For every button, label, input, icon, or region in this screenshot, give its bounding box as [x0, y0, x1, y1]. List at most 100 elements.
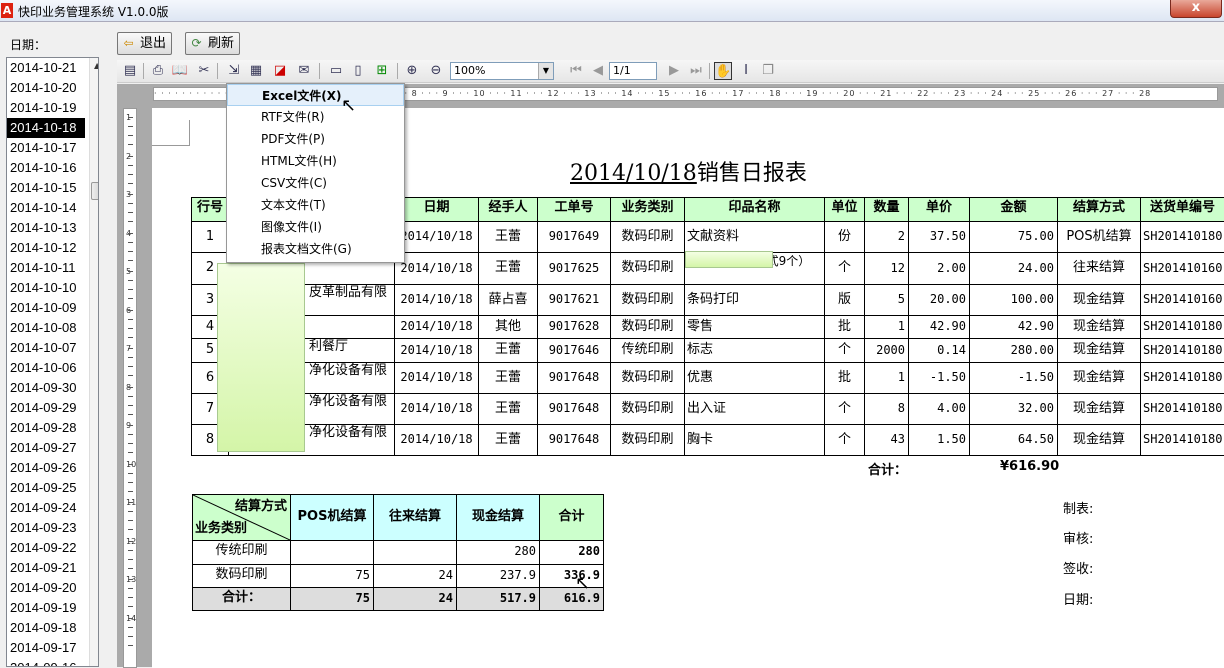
export-menu-item[interactable]: CSV文件(C): [227, 172, 404, 194]
ruler-tick: [128, 250, 133, 252]
date-list-item[interactable]: 2014-09-24: [7, 498, 98, 518]
single-page-icon[interactable]: ▭: [327, 62, 345, 80]
date-list-item[interactable]: 2014-10-06: [7, 358, 98, 378]
date-list-item[interactable]: 2014-10-15: [7, 178, 98, 198]
export-menu-item[interactable]: 图像文件(I): [227, 216, 404, 238]
table-cell: SH201410180: [1140, 315, 1224, 339]
table-cell: 数码印刷: [610, 284, 685, 316]
date-list-item[interactable]: 2014-09-22: [7, 538, 98, 558]
page-number-input[interactable]: 1/1: [609, 62, 657, 80]
date-list-item[interactable]: 2014-10-11: [7, 258, 98, 278]
date-list-item[interactable]: 2014-09-16: [7, 658, 98, 666]
date-list-item[interactable]: 2014-09-26: [7, 458, 98, 478]
first-page-icon[interactable]: ⏮: [567, 62, 585, 80]
summary-total-cell: 75: [290, 587, 374, 611]
exit-button[interactable]: ⇦ 退出: [117, 32, 172, 55]
ruler-tick: [128, 280, 133, 281]
prev-page-icon[interactable]: ◀: [589, 62, 607, 80]
table-cell: 4.00: [908, 393, 970, 425]
date-list-item[interactable]: 2014-10-18: [7, 118, 85, 138]
export-menu-item[interactable]: RTF文件(R): [227, 106, 404, 128]
date-list-item[interactable]: 2014-09-28: [7, 418, 98, 438]
date-list-item[interactable]: 2014-10-10: [7, 278, 98, 298]
table-cell: 2014/10/18: [394, 221, 479, 253]
table-cell: 往来结算: [1057, 252, 1141, 285]
date-list-item[interactable]: 2014-10-07: [7, 338, 98, 358]
date-list-item[interactable]: 2014-09-25: [7, 478, 98, 498]
ruler-tick: [128, 558, 133, 560]
corner-top-label: 结算方式: [234, 499, 287, 514]
scroll-thumb[interactable]: [91, 182, 98, 200]
copy-icon[interactable]: ❐: [759, 62, 777, 80]
print-icon[interactable]: ⎙: [149, 62, 167, 80]
date-list-scrollbar[interactable]: ▲: [89, 58, 98, 666]
date-list[interactable]: 2014-10-21 2014-10-20 2014-10-19 2014-10-18…: [6, 57, 99, 667]
close-button[interactable]: x: [1170, 0, 1222, 18]
export-menu-item[interactable]: HTML文件(H): [227, 150, 404, 172]
next-page-icon[interactable]: ▶: [665, 62, 683, 80]
table-cell: 2014/10/18: [394, 315, 479, 339]
table-cell: 数码印刷: [610, 221, 685, 253]
table-cell: 个: [824, 252, 865, 285]
scroll-up-icon[interactable]: ▲: [94, 61, 98, 70]
date-list-item[interactable]: 2014-09-29: [7, 398, 98, 418]
ruler-tick: [128, 588, 133, 589]
date-list-item[interactable]: 2014-10-14: [7, 198, 98, 218]
date-list-item[interactable]: 2014-10-21: [7, 58, 98, 78]
chevron-down-icon[interactable]: ▼: [538, 63, 553, 79]
ruler-tick: [128, 271, 133, 272]
table-cell: SH201410180: [1140, 221, 1224, 253]
date-list-item[interactable]: 2014-10-19: [7, 98, 98, 118]
table-cell: SH201410160: [1140, 284, 1224, 316]
outline-icon[interactable]: ▤: [121, 62, 139, 80]
zoom-in-icon[interactable]: ⊕: [403, 62, 421, 80]
date-list-item[interactable]: 2014-10-09: [7, 298, 98, 318]
email-icon[interactable]: ✉: [295, 62, 313, 80]
page-setup-icon[interactable]: 📖: [171, 62, 189, 80]
date-list-item[interactable]: 2014-10-20: [7, 78, 98, 98]
date-list-item[interactable]: 2014-09-21: [7, 558, 98, 578]
table-cell: 9017646: [537, 338, 611, 363]
ruler-tick: [128, 626, 133, 628]
last-page-icon[interactable]: ⏭: [687, 62, 705, 80]
table-cell: 现金结算: [1057, 393, 1141, 425]
tools-icon[interactable]: ✂: [195, 62, 213, 80]
table-cell: 文献资料: [684, 221, 825, 253]
date-list-item[interactable]: 2014-09-17: [7, 638, 98, 658]
table-cell: 份: [824, 221, 865, 253]
ruler-tick: [128, 259, 133, 261]
pdf-icon[interactable]: ◪: [271, 62, 289, 80]
text-select-icon[interactable]: I: [737, 62, 755, 80]
table-cell: 数码印刷: [610, 315, 685, 339]
date-list-item[interactable]: 2014-10-08: [7, 318, 98, 338]
export-icon[interactable]: ⇲: [225, 62, 243, 80]
date-list-item[interactable]: 2014-09-20: [7, 578, 98, 598]
date-list-item[interactable]: 2014-09-23: [7, 518, 98, 538]
refresh-button[interactable]: ⟳ 刷新: [185, 32, 240, 55]
date-list-item[interactable]: 2014-09-27: [7, 438, 98, 458]
date-list-item[interactable]: 2014-10-12: [7, 238, 98, 258]
multi-page-icon[interactable]: ▯: [349, 62, 367, 80]
date-list-item[interactable]: 2014-10-13: [7, 218, 98, 238]
table-cell: -1.50: [969, 362, 1058, 394]
export-menu-item[interactable]: Excel文件(X): [227, 84, 404, 106]
hand-tool-icon[interactable]: ✋: [714, 62, 732, 80]
date-list-item[interactable]: 2014-10-16: [7, 158, 98, 178]
date-list-item[interactable]: 2014-10-17: [7, 138, 98, 158]
date-list-item[interactable]: 2014-09-19: [7, 598, 98, 618]
grid-icon[interactable]: ⊞: [373, 62, 391, 80]
date-list-item[interactable]: 2014-09-30: [7, 378, 98, 398]
separator: [397, 63, 398, 79]
export-menu-item[interactable]: 文本文件(T): [227, 194, 404, 216]
table-cell: 1.50: [908, 424, 970, 456]
date-list-item[interactable]: 2014-09-18: [7, 618, 98, 638]
summary-cell: 237.9: [456, 564, 540, 588]
zoom-out-icon[interactable]: ⊖: [427, 62, 445, 80]
ruler-tick: [128, 135, 133, 136]
excel-export-icon[interactable]: ▦: [247, 62, 265, 80]
export-menu-item[interactable]: 报表文档文件(G): [227, 238, 404, 260]
table-cell: 5: [864, 284, 909, 316]
table-cell: 个: [824, 424, 865, 456]
zoom-select[interactable]: 100% ▼: [450, 62, 554, 80]
export-menu-item[interactable]: PDF文件(P): [227, 128, 404, 150]
